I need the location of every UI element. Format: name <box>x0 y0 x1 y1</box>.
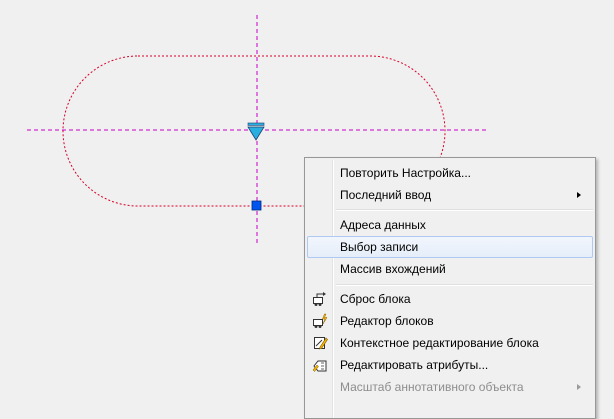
menu-item-label: Редактор блоков <box>340 314 434 328</box>
menu-item-edit-attributes[interactable]: Редактировать атрибуты... <box>307 354 593 376</box>
menu-item-label: Выбор записи <box>340 240 419 254</box>
submenu-arrow-icon <box>577 384 581 390</box>
menu-item-label: Контекстное редактирование блока <box>340 336 539 350</box>
menu-item-repeat-setup[interactable]: Повторить Настройка... <box>307 162 593 184</box>
menu-separator <box>336 209 593 211</box>
in-place-edit-icon <box>314 337 328 350</box>
flip-grip-icon[interactable] <box>247 122 265 141</box>
menu-item-label: Последний ввод <box>340 188 432 202</box>
menu-item-array-occurrences[interactable]: Массив вхождений <box>307 258 593 280</box>
menu-item-data-links[interactable]: Адреса данных <box>307 214 593 236</box>
block-reset-icon <box>313 292 326 306</box>
menu-item-block-editor[interactable]: Редактор блоков <box>307 310 593 332</box>
menu-item-in-place-edit[interactable]: Контекстное редактирование блока <box>307 332 593 354</box>
context-menu: Повторить Настройка... Последний ввод Ад… <box>304 157 596 419</box>
submenu-arrow-icon <box>577 192 581 198</box>
menu-item-label: Сброс блока <box>340 292 411 306</box>
block-editor-icon <box>313 313 328 328</box>
menu-item-label: Повторить Настройка... <box>340 166 471 180</box>
menu-separator <box>336 284 593 286</box>
menu-item-label: Адреса данных <box>340 218 426 232</box>
menu-item-label: Массив вхождений <box>340 262 446 276</box>
menu-item-annotative-scale[interactable]: Масштаб аннотативного объекта <box>307 376 593 398</box>
edit-attributes-icon <box>312 360 327 372</box>
menu-item-select-record[interactable]: Выбор записи <box>307 236 593 258</box>
menu-item-reset-block[interactable]: Сброс блока <box>307 288 593 310</box>
menu-item-recent-input[interactable]: Последний ввод <box>307 184 593 206</box>
menu-item-label: Масштаб аннотативного объекта <box>340 380 524 394</box>
menu-item-label: Редактировать атрибуты... <box>340 358 489 372</box>
insertion-grip[interactable] <box>251 200 262 211</box>
